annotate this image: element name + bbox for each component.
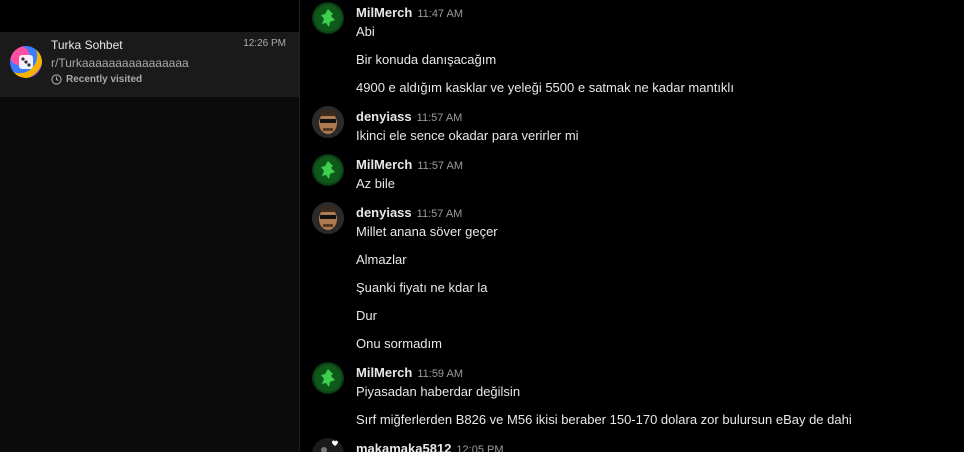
- message-timestamp: 11:57 AM: [416, 112, 463, 124]
- user-face-icon: [312, 202, 344, 234]
- message-text: Almazlar: [356, 252, 407, 267]
- message-author[interactable]: MilMerch: [356, 5, 412, 20]
- chat-sidebar: Turka Sohbet 12:26 PM r/Turkaaaaaaaaaaaa…: [0, 0, 299, 452]
- green-crest-icon: [321, 161, 335, 179]
- avatar-milmerch[interactable]: [312, 362, 344, 394]
- message-text: 4900 e aldığım kasklar ve yeleği 5500 e …: [356, 80, 734, 95]
- message-text: Piyasadan haberdar değilsin: [356, 384, 521, 399]
- chat-time: 12:26 PM: [243, 38, 286, 49]
- message-author[interactable]: denyiass: [356, 109, 412, 124]
- message-author[interactable]: makamaka5812: [356, 441, 451, 452]
- avatar-milmerch[interactable]: [312, 2, 344, 34]
- message-text: Ikinci ele sence okadar para verirler mi: [356, 128, 579, 143]
- message-text: Abi: [356, 24, 375, 39]
- recently-visited-text: Recently visited: [66, 74, 143, 85]
- message-text: Onu sormadım: [356, 336, 442, 351]
- message-timestamp: 11:59 AM: [417, 368, 464, 380]
- sidebar-header: [0, 0, 299, 32]
- message-text: Millet anana söver geçer: [356, 224, 498, 239]
- dice-icon: [19, 55, 33, 69]
- user-face-icon: [312, 106, 344, 138]
- message-author[interactable]: MilMerch: [356, 157, 412, 172]
- avatar-makamaka5812[interactable]: [312, 438, 344, 452]
- chat-name: Turka Sohbet: [51, 38, 123, 52]
- message-text: Dur: [356, 308, 377, 323]
- heart-avatar-icon: [312, 438, 344, 452]
- avatar-denyiass[interactable]: [312, 106, 344, 138]
- message-pane: MilMerch 11:47 AM Abi Bir konuda danışac…: [299, 0, 964, 452]
- message-text: Sırf miğferlerden B826 ve M56 ikisi bera…: [356, 412, 852, 427]
- green-crest-icon: [321, 9, 335, 27]
- message-text: Az bile: [356, 176, 396, 191]
- avatar-milmerch[interactable]: [312, 154, 344, 186]
- chat-list-item-turka-sohbet[interactable]: Turka Sohbet 12:26 PM r/Turkaaaaaaaaaaaa…: [0, 32, 299, 97]
- message-author[interactable]: MilMerch: [356, 365, 412, 380]
- message-timestamp: 11:47 AM: [417, 8, 464, 20]
- message-timestamp: 12:05 PM: [456, 444, 504, 452]
- message-timestamp: 11:57 AM: [416, 208, 463, 220]
- clock-icon: [51, 74, 62, 85]
- message-text: Şuanki fiyatı ne kdar la: [356, 280, 488, 295]
- message-timestamp: 11:57 AM: [417, 160, 464, 172]
- chat-avatar: [10, 46, 42, 78]
- message-author[interactable]: denyiass: [356, 205, 412, 220]
- avatar-denyiass[interactable]: [312, 202, 344, 234]
- recently-visited-label: Recently visited: [51, 74, 142, 85]
- green-crest-icon: [321, 369, 335, 387]
- message-text: Bir konuda danışacağım: [356, 52, 497, 67]
- chat-subreddit: r/Turkaaaaaaaaaaaaaaaa: [51, 56, 189, 70]
